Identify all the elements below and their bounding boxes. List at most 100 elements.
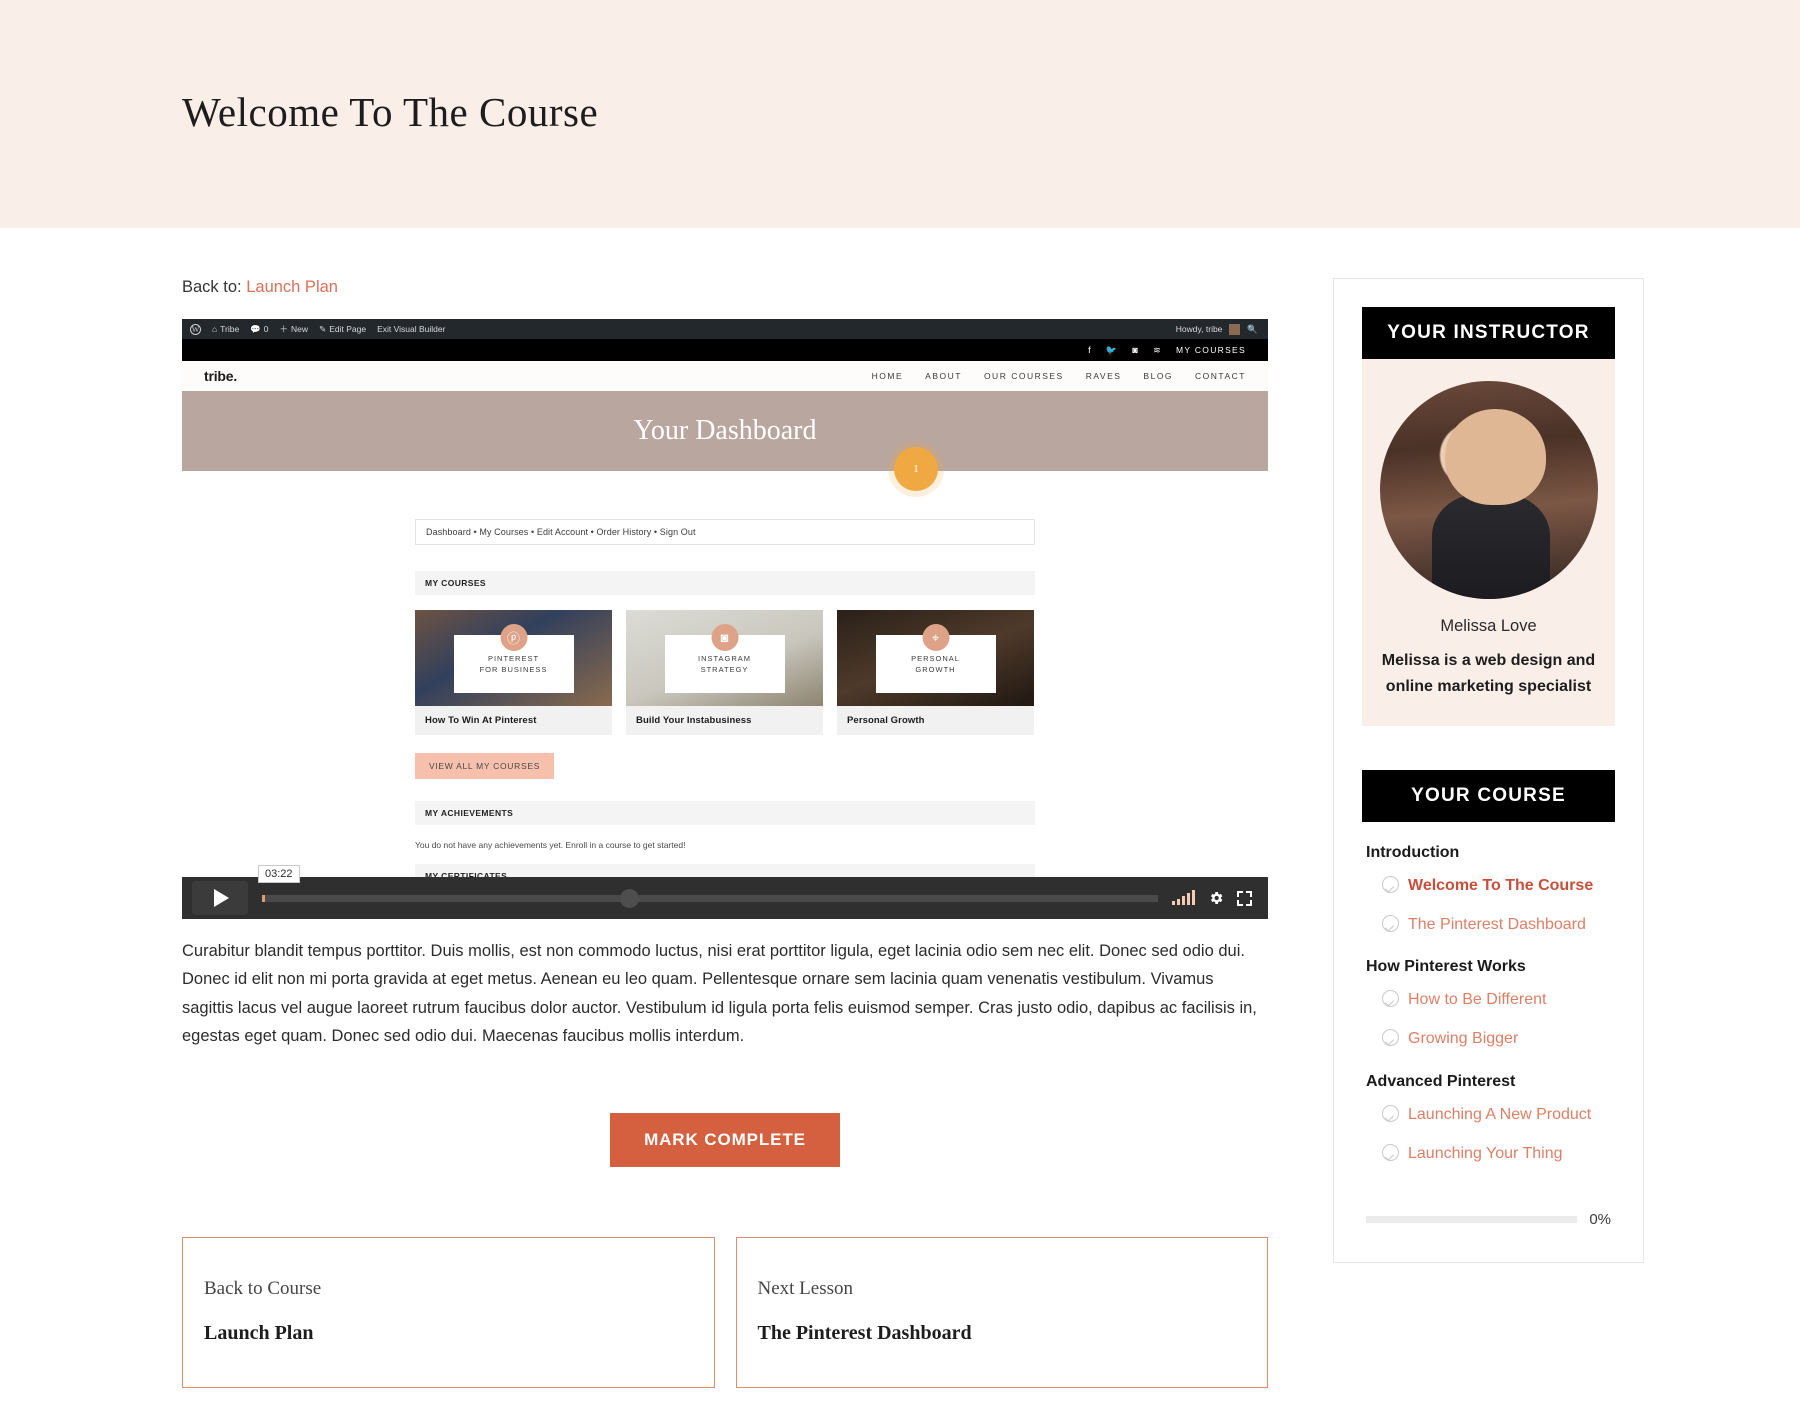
admin-bar-new[interactable]: ＋ New bbox=[280, 323, 309, 335]
back-to-course-box[interactable]: Back to Course Launch Plan bbox=[182, 1236, 715, 1388]
play-icon[interactable] bbox=[192, 881, 248, 915]
mark-complete-button[interactable]: MARK COMPLETE bbox=[610, 1112, 840, 1167]
lesson-video-player[interactable]: W ⌂ Tribe 💬 0 ＋ New ✎ Edit Page Exit Vis… bbox=[182, 319, 1268, 919]
course-card[interactable]: ◙ INSTAGRAM STRATEGY Build Your Instabus… bbox=[626, 610, 823, 735]
admin-bar-site-name[interactable]: ⌂ Tribe bbox=[212, 324, 239, 334]
instagram-icon[interactable]: ◙ bbox=[1132, 345, 1139, 355]
check-circle-icon bbox=[1382, 915, 1399, 932]
video-scrubber[interactable] bbox=[262, 888, 1158, 908]
course-lesson-item[interactable]: Launching A New Product bbox=[1366, 1103, 1611, 1126]
admin-bar-account[interactable]: Howdy, tribe 🔍 bbox=[1176, 319, 1258, 339]
avatar bbox=[1229, 323, 1241, 335]
breadcrumb-course-link[interactable]: Launch Plan bbox=[246, 278, 338, 296]
mark-complete-wrapper: MARK COMPLETE bbox=[182, 1112, 1268, 1167]
nav-item-our-courses[interactable]: OUR COURSES bbox=[984, 371, 1064, 381]
course-card[interactable]: ⓟ PINTEREST FOR BUSINESS How To Win At P… bbox=[415, 610, 612, 735]
video-control-bar: 03:22 bbox=[182, 865, 1268, 919]
check-circle-icon bbox=[1382, 1029, 1399, 1047]
wp-admin-bar: W ⌂ Tribe 💬 0 ＋ New ✎ Edit Page Exit Vis… bbox=[182, 319, 1268, 339]
course-card-title: Personal Growth bbox=[847, 715, 925, 726]
facebook-icon[interactable]: f bbox=[1088, 345, 1092, 355]
next-lesson-kicker: Next Lesson bbox=[757, 1277, 854, 1299]
twitter-icon[interactable]: 🐦 bbox=[1106, 345, 1119, 356]
video-scrubber-handle[interactable] bbox=[620, 888, 640, 908]
dashboard-achievements-note: You do not have any achievements yet. En… bbox=[415, 840, 686, 850]
site-logo[interactable]: tribe. bbox=[204, 368, 237, 384]
dashboard-subnav[interactable]: Dashboard • My Courses • Edit Account • … bbox=[415, 519, 1035, 545]
location-pin-icon: ⌖ bbox=[922, 624, 949, 651]
course-lesson-link[interactable]: Welcome To The Course bbox=[1408, 874, 1593, 897]
course-lesson-link[interactable]: How to Be Different bbox=[1408, 988, 1546, 1011]
course-section-title: How Pinterest Works bbox=[1366, 958, 1526, 976]
course-card[interactable]: ⌖ PERSONAL GROWTH Personal Growth bbox=[837, 610, 1034, 735]
gear-icon[interactable] bbox=[1208, 890, 1224, 906]
site-nav: tribe. HOME ABOUT OUR COURSES RAVES BLOG… bbox=[182, 361, 1268, 391]
course-outline-list: Introduction Welcome To The Course The P… bbox=[1362, 844, 1615, 1165]
dashboard-body: Dashboard • My Courses • Edit Account • … bbox=[182, 471, 1268, 888]
nav-item-home[interactable]: HOME bbox=[872, 371, 904, 381]
page-hero: Welcome To The Course bbox=[0, 0, 1800, 228]
breadcrumb: Back to: Launch Plan bbox=[182, 278, 1268, 297]
nav-item-blog[interactable]: BLOG bbox=[1143, 371, 1173, 381]
course-lesson-item[interactable]: Welcome To The Course bbox=[1366, 874, 1611, 897]
breadcrumb-prefix: Back to: bbox=[182, 278, 242, 296]
home-icon: ⌂ bbox=[212, 324, 218, 334]
plus-icon: ＋ bbox=[279, 324, 289, 334]
volume-bars-icon[interactable] bbox=[1172, 890, 1195, 905]
next-lesson-title: The Pinterest Dashboard bbox=[757, 1321, 972, 1344]
course-progress-bar bbox=[1366, 1215, 1578, 1223]
fullscreen-icon[interactable] bbox=[1237, 890, 1252, 906]
instructor-panel: Melissa Love Melissa is a web design and… bbox=[1362, 359, 1615, 726]
course-progress: 0% bbox=[1362, 1211, 1615, 1228]
course-lesson-link[interactable]: The Pinterest Dashboard bbox=[1408, 913, 1586, 936]
check-circle-icon bbox=[1382, 990, 1399, 1008]
check-circle-icon bbox=[1382, 1143, 1399, 1161]
video-time-label: 03:22 bbox=[258, 865, 300, 883]
lesson-navigation: Back to Course Launch Plan Next Lesson T… bbox=[182, 1236, 1268, 1388]
course-card-title: How To Win At Pinterest bbox=[425, 715, 537, 726]
course-section-title: Advanced Pinterest bbox=[1366, 1072, 1516, 1090]
course-progress-label: 0% bbox=[1589, 1210, 1611, 1228]
nav-item-about[interactable]: ABOUT bbox=[925, 371, 962, 381]
site-nav-menu: HOME ABOUT OUR COURSES RAVES BLOG CONTAC… bbox=[872, 371, 1246, 381]
lesson-description: Curabitur blandit tempus porttitor. Duis… bbox=[182, 942, 1257, 1046]
instructor-bio: Melissa is a web design and online marke… bbox=[1381, 652, 1596, 695]
search-icon[interactable]: 🔍 bbox=[1247, 324, 1258, 335]
lesson-main-column: Back to: Launch Plan W ⌂ Tribe 💬 0 ＋ New bbox=[182, 278, 1268, 1388]
nav-item-raves[interactable]: RAVES bbox=[1086, 371, 1122, 381]
view-all-courses-button[interactable]: VIEW ALL MY COURSES bbox=[415, 753, 555, 779]
dashboard-achievements-heading: MY ACHIEVEMENTS bbox=[415, 801, 1035, 825]
instructor-name: Melissa Love bbox=[1440, 617, 1537, 635]
course-lesson-item[interactable]: The Pinterest Dashboard bbox=[1366, 913, 1611, 936]
back-to-course-title: Launch Plan bbox=[204, 1321, 314, 1344]
course-outline-panel: YOUR COURSE Introduction Welcome To The … bbox=[1362, 769, 1615, 1228]
comment-icon: 💬 bbox=[250, 323, 261, 334]
instagram-icon: ◙ bbox=[711, 624, 738, 651]
site-social-bar: f 🐦 ◙ ≋ MY COURSES bbox=[182, 339, 1268, 361]
admin-bar-comments[interactable]: 💬 0 bbox=[250, 324, 268, 335]
back-to-course-kicker: Back to Course bbox=[204, 1277, 322, 1299]
rss-icon[interactable]: ≋ bbox=[1153, 345, 1162, 356]
next-lesson-box[interactable]: Next Lesson The Pinterest Dashboard bbox=[735, 1236, 1268, 1388]
video-hotspot-marker[interactable]: 1 bbox=[894, 447, 938, 491]
instructor-avatar bbox=[1380, 381, 1598, 599]
check-circle-icon bbox=[1382, 1104, 1399, 1122]
course-lesson-link[interactable]: Launching A New Product bbox=[1408, 1103, 1591, 1126]
course-lesson-item[interactable]: Launching Your Thing bbox=[1366, 1142, 1611, 1165]
course-lesson-item[interactable]: Growing Bigger bbox=[1366, 1027, 1611, 1050]
pencil-icon: ✎ bbox=[319, 323, 327, 334]
dashboard-course-cards: ⓟ PINTEREST FOR BUSINESS How To Win At P… bbox=[415, 610, 1035, 735]
site-my-courses-link[interactable]: MY COURSES bbox=[1176, 345, 1246, 355]
dashboard-hero: Your Dashboard 1 bbox=[182, 391, 1268, 491]
course-card-title: Build Your Instabusiness bbox=[636, 715, 752, 726]
course-lesson-link[interactable]: Launching Your Thing bbox=[1408, 1142, 1563, 1165]
course-lesson-link[interactable]: Growing Bigger bbox=[1408, 1027, 1518, 1050]
dashboard-hero-title: Your Dashboard bbox=[633, 415, 817, 446]
wordpress-icon[interactable]: W bbox=[190, 323, 201, 335]
check-circle-icon bbox=[1382, 875, 1399, 893]
course-lesson-item[interactable]: How to Be Different bbox=[1366, 988, 1611, 1011]
admin-bar-edit-page[interactable]: ✎ Edit Page bbox=[319, 324, 366, 335]
admin-bar-exit-visual-builder[interactable]: Exit Visual Builder bbox=[377, 324, 445, 334]
course-section-title: Introduction bbox=[1366, 843, 1460, 861]
nav-item-contact[interactable]: CONTACT bbox=[1195, 371, 1246, 381]
